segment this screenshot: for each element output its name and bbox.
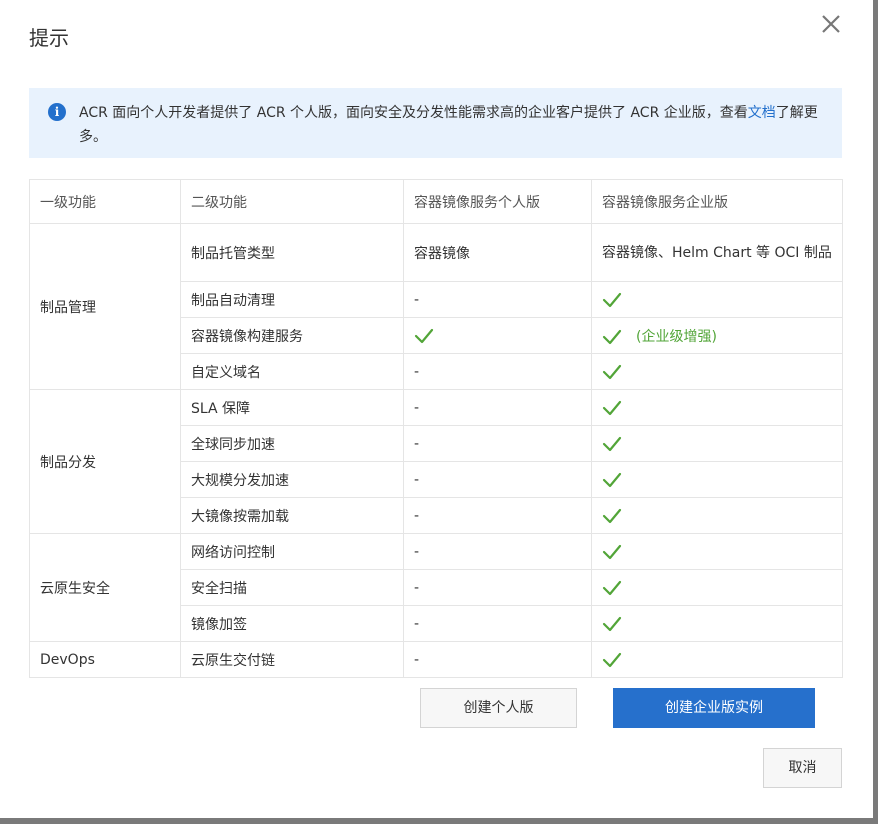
personal-cell: 容器镜像 [403, 223, 592, 282]
table-row: 云原生安全 网络访问控制 - [29, 533, 843, 642]
create-enterprise-button[interactable]: 创建企业版实例 [613, 688, 815, 728]
table-header-row: 一级功能 二级功能 容器镜像服务个人版 容器镜像服务企业版 [29, 179, 843, 224]
personal-cell: - [403, 281, 592, 318]
personal-cell: - [403, 605, 592, 642]
enterprise-cell [591, 533, 843, 570]
create-personal-button[interactable]: 创建个人版 [420, 688, 577, 728]
group-name-cell: 制品分发 [29, 389, 181, 534]
personal-cell: - [403, 461, 592, 498]
header-personal: 容器镜像服务个人版 [403, 179, 592, 224]
feature-cell: 容器镜像构建服务 [180, 317, 404, 354]
check-icon [602, 292, 622, 308]
dialog-title: 提示 [29, 26, 69, 50]
enterprise-cell [591, 569, 843, 606]
enterprise-cell [591, 641, 843, 678]
notice-body: ACR 面向个人开发者提供了 ACR 个人版，面向安全及分发性能需求高的企业客户… [79, 105, 748, 121]
check-icon [602, 436, 622, 452]
info-icon: i [48, 103, 66, 121]
enterprise-cell: 容器镜像、Helm Chart 等 OCI 制品 [591, 223, 843, 282]
header-level1: 一级功能 [29, 179, 181, 224]
check-icon [602, 616, 622, 632]
enterprise-cell [591, 497, 843, 534]
personal-cell: - [403, 389, 592, 426]
check-icon [602, 329, 622, 345]
enterprise-note: (企业级增强) [636, 328, 717, 345]
enterprise-cell [591, 281, 843, 318]
check-icon [602, 364, 622, 380]
header-enterprise: 容器镜像服务企业版 [591, 179, 843, 224]
feature-cell: 全球同步加速 [180, 425, 404, 462]
personal-cell: - [403, 533, 592, 570]
group-name-cell: 制品管理 [29, 223, 181, 390]
feature-cell: 安全扫描 [180, 569, 404, 606]
personal-cell: - [403, 497, 592, 534]
check-icon [602, 652, 622, 668]
enterprise-cell [591, 425, 843, 462]
feature-cell: 自定义域名 [180, 353, 404, 390]
feature-cell: 云原生交付链 [180, 641, 404, 678]
table-row: DevOps 云原生交付链 - [29, 641, 843, 678]
dialog: 提示 i ACR 面向个人开发者提供了 ACR 个人版，面向安全及分发性能需求高… [0, 0, 873, 818]
check-icon [602, 508, 622, 524]
feature-cell: SLA 保障 [180, 389, 404, 426]
table-row: 制品分发 SLA 保障 - [29, 389, 843, 534]
personal-cell [403, 317, 592, 354]
feature-cell: 大规模分发加速 [180, 461, 404, 498]
group-name-cell: DevOps [29, 641, 181, 678]
header-level2: 二级功能 [180, 179, 404, 224]
table-row: 制品管理 制品托管类型 容器镜像 容器镜像、Helm Chart 等 OCI 制品 [29, 223, 843, 390]
check-icon [602, 400, 622, 416]
feature-cell: 镜像加签 [180, 605, 404, 642]
enterprise-cell [591, 461, 843, 498]
notice-text: ACR 面向个人开发者提供了 ACR 个人版，面向安全及分发性能需求高的企业客户… [79, 101, 819, 149]
close-icon[interactable] [819, 12, 843, 36]
feature-cell: 网络访问控制 [180, 533, 404, 570]
enterprise-cell [591, 389, 843, 426]
table-body: 制品管理 制品托管类型 容器镜像 容器镜像、Helm Chart 等 OCI 制品 制品… [29, 223, 843, 678]
personal-cell: - [403, 425, 592, 462]
check-icon [602, 544, 622, 560]
check-icon [602, 580, 622, 596]
check-icon [414, 328, 434, 344]
info-notice: i ACR 面向个人开发者提供了 ACR 个人版，面向安全及分发性能需求高的企业… [29, 88, 842, 158]
feature-cell: 制品托管类型 [180, 223, 404, 282]
check-icon [602, 472, 622, 488]
personal-cell: - [403, 353, 592, 390]
feature-cell: 大镜像按需加载 [180, 497, 404, 534]
enterprise-cell: (企业级增强) [591, 317, 843, 354]
group-name-cell: 云原生安全 [29, 533, 181, 642]
feature-comparison-table: 一级功能 二级功能 容器镜像服务个人版 容器镜像服务企业版 制品管理 制品托管类型… [29, 179, 843, 678]
enterprise-cell [591, 353, 843, 390]
feature-cell: 制品自动清理 [180, 281, 404, 318]
personal-cell: - [403, 641, 592, 678]
docs-link[interactable]: 文档 [748, 105, 776, 121]
enterprise-cell [591, 605, 843, 642]
personal-cell: - [403, 569, 592, 606]
cancel-button[interactable]: 取消 [763, 748, 842, 788]
